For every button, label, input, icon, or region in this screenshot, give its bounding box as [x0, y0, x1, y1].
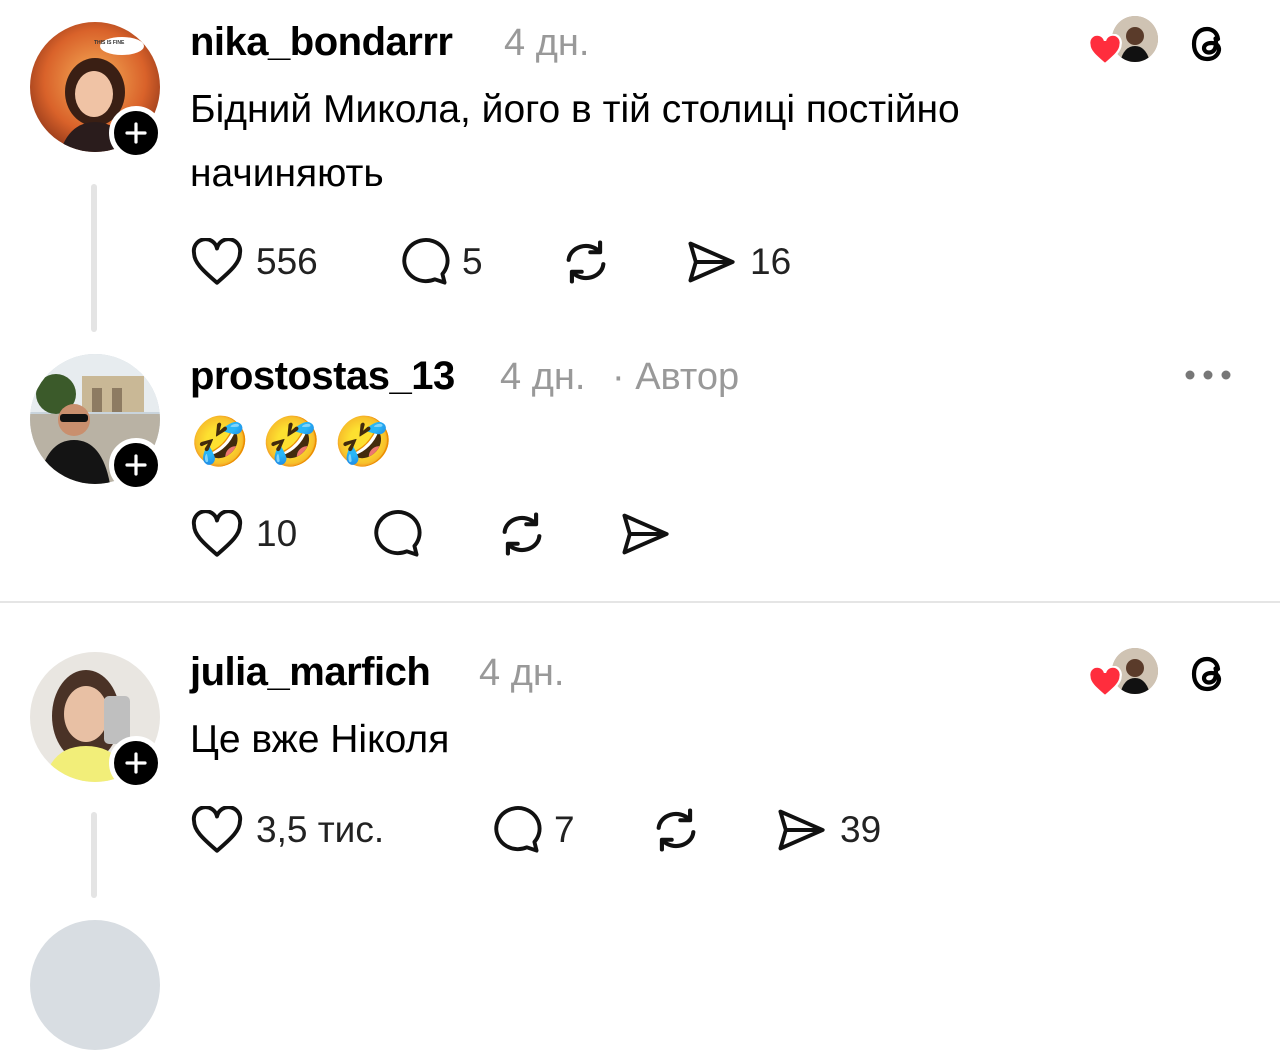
next-comment-avatar[interactable] [30, 920, 160, 1050]
username[interactable]: prostostas_13 [190, 354, 455, 399]
timestamp: 4 дн. [479, 652, 565, 694]
rofl-emoji: 🤣 [333, 416, 394, 469]
repost-arrows-icon [502, 512, 542, 556]
plus-icon [125, 122, 147, 144]
more-dots-icon[interactable] [1184, 368, 1234, 382]
heart-outline-icon [191, 510, 243, 557]
threads-logo-icon[interactable] [1184, 20, 1232, 68]
reply-button[interactable]: 7 [490, 802, 575, 858]
avatar-bubble-text: THIS IS FINE [94, 40, 125, 46]
follow-button[interactable] [109, 736, 163, 790]
follow-button[interactable] [109, 438, 163, 492]
thread-line [91, 812, 97, 898]
speech-bubble-icon [494, 806, 542, 853]
follow-button[interactable] [109, 106, 163, 160]
share-button[interactable]: 16 [684, 234, 791, 290]
speech-bubble-icon [374, 510, 422, 557]
reply-count: 5 [462, 241, 483, 282]
plus-icon [125, 752, 147, 774]
reply-button[interactable] [370, 506, 422, 562]
author-tag: · Автор [612, 356, 740, 398]
repost-button[interactable] [650, 802, 702, 858]
share-count: 16 [750, 241, 792, 282]
liked-by-author [1088, 16, 1160, 68]
thread-line [91, 184, 97, 332]
username[interactable]: julia_marfich [190, 650, 431, 695]
comment-text: Це вже Ніколя [190, 718, 450, 761]
like-count: 10 [256, 513, 298, 554]
paper-plane-icon [778, 809, 825, 851]
divider [0, 601, 1280, 603]
speech-bubble-icon [402, 238, 450, 285]
comment-text: Бідний Микола, його в тій столиці постій… [190, 88, 960, 195]
liked-by-author [1088, 648, 1160, 700]
like-count: 3,5 тис. [256, 809, 385, 850]
repost-arrows-icon [566, 240, 606, 284]
rofl-emoji: 🤣 [190, 416, 250, 469]
paper-plane-icon [688, 241, 735, 283]
like-button[interactable]: 3,5 тис. [190, 802, 384, 858]
repost-button[interactable] [560, 234, 612, 290]
threads-logo-icon[interactable] [1184, 650, 1232, 698]
like-count: 556 [256, 241, 318, 282]
repost-arrows-icon [656, 808, 696, 852]
like-button[interactable]: 556 [190, 234, 318, 290]
share-button[interactable]: 39 [774, 802, 881, 858]
share-count: 39 [840, 809, 882, 850]
heart-outline-icon [191, 238, 243, 285]
like-button[interactable]: 10 [190, 506, 297, 562]
timestamp: 4 дн. [504, 22, 590, 64]
reply-button[interactable]: 5 [398, 234, 483, 290]
reply-count: 7 [554, 809, 575, 850]
plus-icon [125, 454, 147, 476]
heart-outline-icon [191, 806, 243, 853]
red-heart-icon [1088, 34, 1122, 66]
red-heart-icon [1088, 666, 1122, 698]
share-button[interactable] [618, 506, 672, 562]
username[interactable]: nika_bondarrr [190, 20, 453, 65]
repost-button[interactable] [496, 506, 548, 562]
rofl-emoji: 🤣 [261, 416, 322, 469]
timestamp: 4 дн. [500, 356, 586, 398]
emoji-text: 🤣 🤣 🤣 [190, 414, 393, 474]
paper-plane-icon [622, 513, 669, 555]
